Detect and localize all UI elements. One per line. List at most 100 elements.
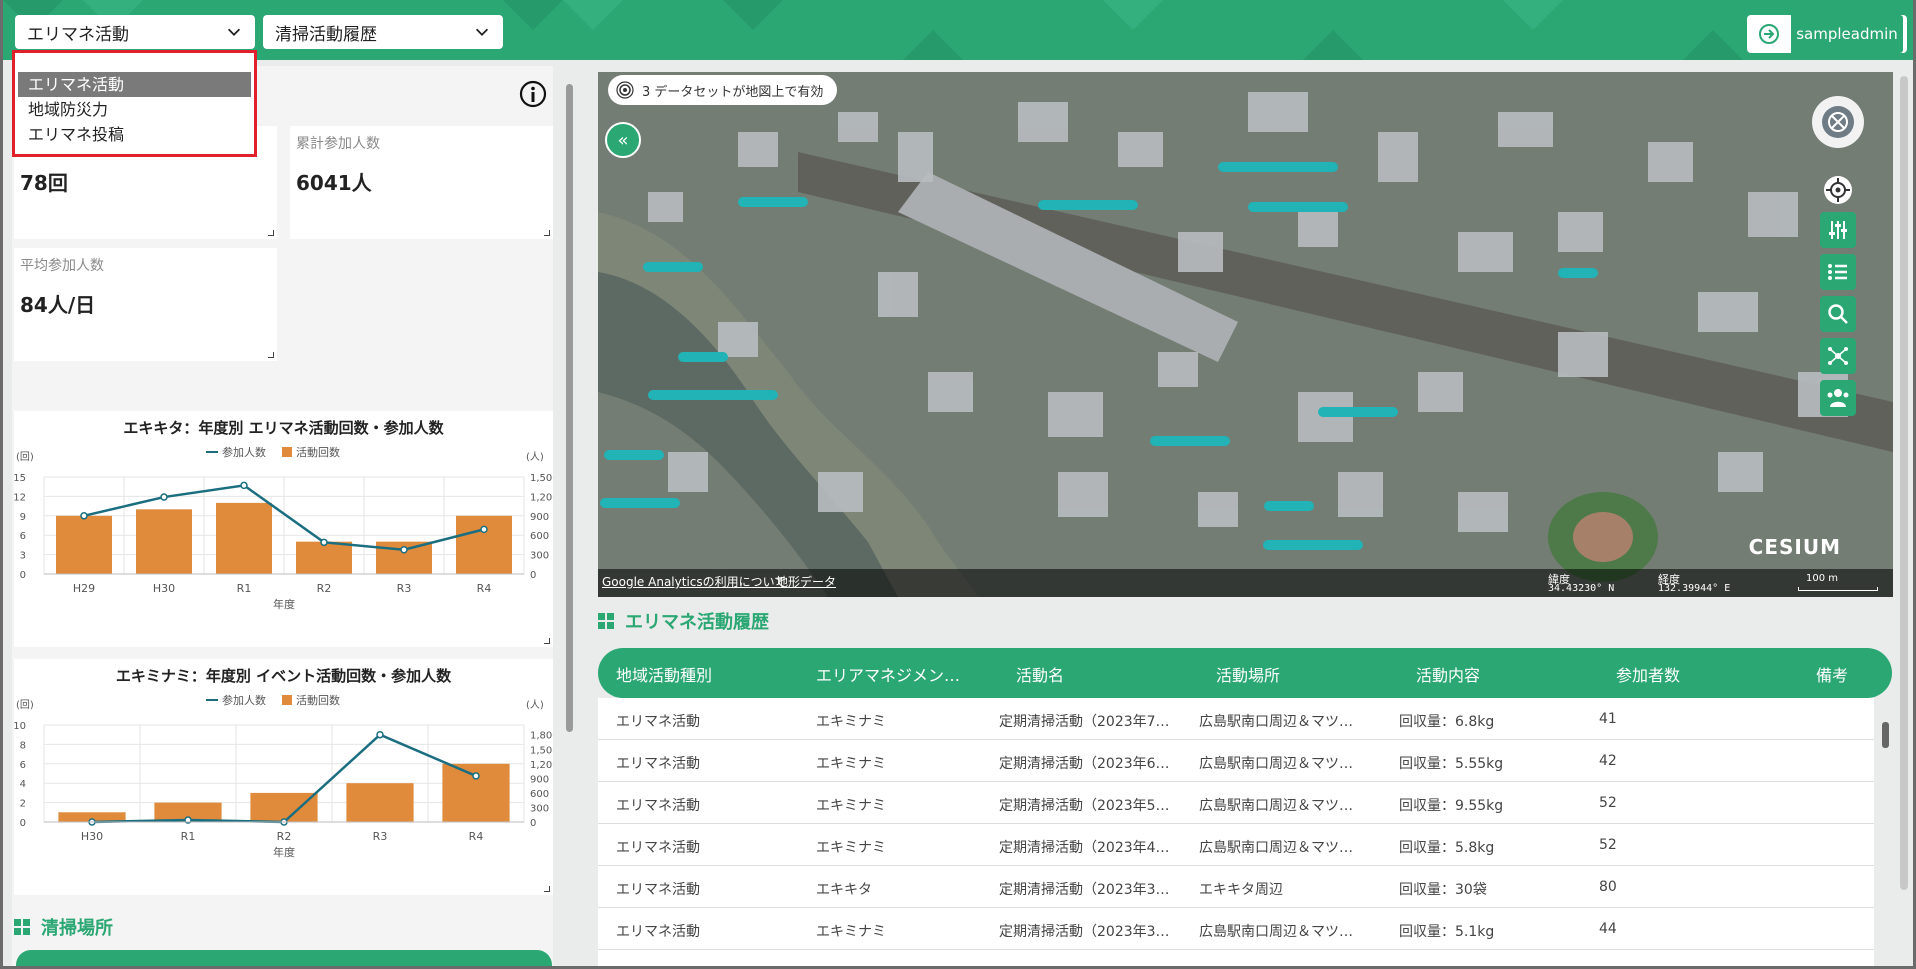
chart-bar <box>136 509 192 574</box>
y-left-tick-label: 2 <box>20 799 26 810</box>
collapse-panel-button[interactable]: « <box>605 122 641 158</box>
table-cell: エリマネ活動 <box>616 924 700 940</box>
category-select[interactable]: エリマネ活動 <box>15 15 255 49</box>
x-tick-label: R4 <box>469 830 484 843</box>
map-dataset-badge[interactable]: 3 データセットが地図上で有効 <box>608 75 838 105</box>
table-cell: 広島駅南口周辺＆マツ… <box>1199 714 1353 730</box>
resize-handle[interactable] <box>268 230 274 236</box>
y-left-tick-label: 0 <box>20 818 26 829</box>
table-cell: エキキタ <box>816 882 872 898</box>
info-icon[interactable] <box>519 80 547 108</box>
left-panel-scrollbar[interactable] <box>564 70 574 960</box>
total-participants-card: 累計参加人数 6041人 <box>290 126 553 239</box>
list-icon <box>1828 264 1847 280</box>
users-button[interactable] <box>1820 380 1856 416</box>
resize-handle[interactable] <box>268 352 274 358</box>
network-button[interactable] <box>1820 338 1856 374</box>
table-cell: 42 <box>1599 753 1617 769</box>
table-cell: エキミナミ <box>816 756 886 772</box>
table-row[interactable]: エリマネ活動 エキミナミ 定期清掃活動（2023年4… 広島駅南口周辺＆マツ… 回収量：… <box>598 824 1874 866</box>
scrollbar-thumb[interactable] <box>1900 76 1908 890</box>
users-icon <box>1827 389 1849 407</box>
cleaning-table-header <box>16 950 552 966</box>
table-row[interactable]: エリマネ活動 エキミナミ 定期清掃活動（2023年5… 広島駅南口周辺＆マツ… 回収量：… <box>598 782 1874 824</box>
table-cell: 回収量：5.8kg <box>1399 840 1495 856</box>
search-icon <box>1828 304 1848 324</box>
total-participants-label: 累計参加人数 <box>296 136 380 152</box>
y-left-tick-label: 15 <box>14 473 26 484</box>
chart-point <box>240 481 248 490</box>
table-cell: 回収量：9.55kg <box>1399 798 1504 814</box>
right-panel-scrollbar[interactable] <box>1898 70 1910 960</box>
y-right-tick-label: 600 <box>530 531 549 542</box>
y-left-unit: (回) <box>16 451 34 463</box>
avg-participants-card: 平均参加人数 84人/日 <box>14 248 277 361</box>
column-header[interactable]: 活動場所 <box>1216 662 1280 686</box>
chart-bar <box>296 541 352 574</box>
map-view[interactable]: 3 データセットが地図上で有効 « CESIUM Google Analytic… <box>598 72 1893 597</box>
column-header[interactable]: 備考 <box>1816 662 1848 686</box>
y-right-tick-label: 900 <box>530 512 549 523</box>
y-left-tick-label: 3 <box>20 551 26 562</box>
table-cell: 80 <box>1599 879 1617 895</box>
chart-point <box>80 512 88 520</box>
table-row[interactable]: エリマネ活動 エキミナミ 定期清掃活動（2023年7… 広島駅南口周辺＆マツ… 回収量：… <box>598 698 1874 740</box>
column-header[interactable]: 地域活動種別 <box>616 662 712 686</box>
table-row[interactable]: エリマネ活動 エキキタ 定期清掃活動（2023年3… エキキタ周辺 回収量：30袋 80 <box>598 866 1874 908</box>
y-right-tick-label: 300 <box>530 551 549 562</box>
dataset-select-value: 清掃活動履歴 <box>275 24 377 45</box>
resize-handle[interactable] <box>544 230 550 236</box>
satellite-map-image <box>598 72 1893 597</box>
resize-handle[interactable] <box>544 886 550 892</box>
table-cell: 回収量：30袋 <box>1399 882 1487 898</box>
cesium-logo: CESIUM <box>1749 535 1841 559</box>
history-table-header: 地域活動種別 エリアマネジメン… 活動名 活動場所 活動内容 参加者数 備考 <box>598 648 1892 698</box>
locate-icon[interactable] <box>1823 175 1853 205</box>
dataset-select[interactable]: 清掃活動履歴 <box>263 15 503 49</box>
layer-settings-button[interactable] <box>1820 212 1856 248</box>
column-header[interactable]: 活動名 <box>1016 662 1064 686</box>
user-button[interactable]: sampleadmin <box>1747 15 1907 53</box>
chevron-down-icon <box>475 28 489 36</box>
scale-bar <box>1798 587 1878 591</box>
table-cell: 回収量：5.1kg <box>1399 924 1495 940</box>
chart-bar <box>216 502 272 574</box>
chart-point <box>400 546 408 554</box>
chart-bar <box>250 792 318 822</box>
cleaning-title-text: 清掃場所 <box>41 918 113 939</box>
table-scrollbar[interactable] <box>1880 718 1890 966</box>
compass-icon[interactable] <box>1810 94 1866 150</box>
x-tick-label: R2 <box>317 582 332 595</box>
column-header[interactable]: 参加者数 <box>1616 662 1680 686</box>
column-header[interactable]: 活動内容 <box>1416 662 1480 686</box>
x-tick-label: H30 <box>81 830 103 843</box>
table-row[interactable]: エリマネ活動 エキミナミ 定期清掃活動（2023年6… 広島駅南口周辺＆マツ… 回収量：… <box>598 740 1874 782</box>
scrollbar-thumb[interactable] <box>566 84 573 732</box>
dropdown-option-erimane[interactable]: エリマネ活動 <box>18 72 251 97</box>
chart-bar <box>456 515 512 574</box>
y-left-tick-label: 10 <box>14 721 26 732</box>
y-right-unit: (人) <box>526 699 544 711</box>
y-right-tick-label: 1,200 <box>530 492 553 503</box>
dropdown-option-post[interactable]: エリマネ投稿 <box>18 122 251 147</box>
resize-handle[interactable] <box>544 638 550 644</box>
table-cell: エリマネ活動 <box>616 882 700 898</box>
column-header[interactable]: エリアマネジメン… <box>816 662 960 686</box>
dropdown-option-bousai[interactable]: 地域防災力 <box>18 97 251 122</box>
grid-icon <box>14 919 30 935</box>
legend-label-participants: 参加人数 <box>222 693 266 707</box>
category-select-value: エリマネ活動 <box>27 24 129 45</box>
table-cell: エキミナミ <box>816 714 886 730</box>
y-right-tick-label: 900 <box>530 774 549 785</box>
list-button[interactable] <box>1820 254 1856 290</box>
chart-ekiminami-svg: 参加人数 活動回数 (回) (人) 0 2 4 6 8 10 0 300 600 900 1,200 1,50… <box>14 693 553 859</box>
analytics-link[interactable]: Google Analyticsの利用について <box>602 573 786 590</box>
terrain-link[interactable]: 地形データ <box>776 573 836 590</box>
legend-bar-swatch <box>282 447 292 457</box>
legend-label-participants: 参加人数 <box>222 445 266 459</box>
chart-legend: 参加人数 活動回数 <box>206 693 340 707</box>
search-button[interactable] <box>1820 296 1856 332</box>
x-axis-label: 年度 <box>273 845 295 859</box>
scrollbar-thumb[interactable] <box>1882 722 1889 748</box>
table-row[interactable]: エリマネ活動 エキミナミ 定期清掃活動（2023年3… 広島駅南口周辺＆マツ… 回収量：… <box>598 908 1874 950</box>
